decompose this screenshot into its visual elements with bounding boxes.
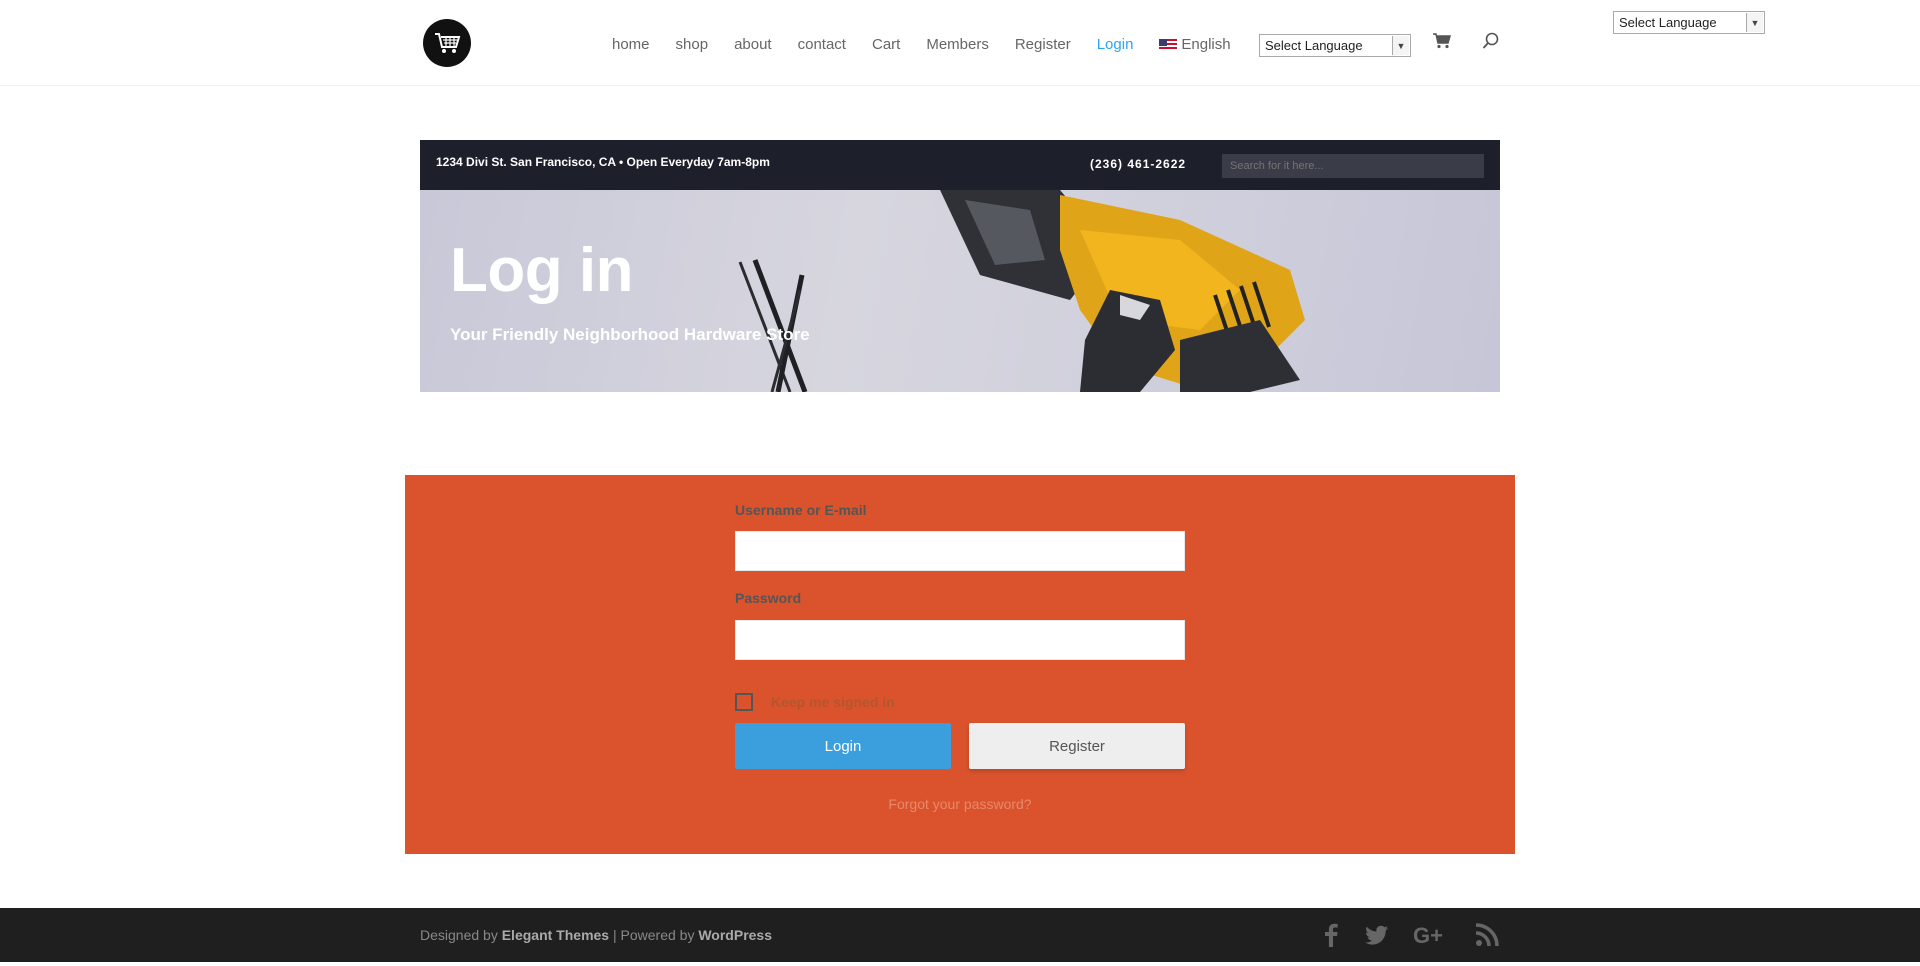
nav-contact[interactable]: contact <box>798 36 846 53</box>
page-subtitle: Your Friendly Neighborhood Hardware Stor… <box>450 325 810 344</box>
login-button[interactable]: Login <box>735 723 951 769</box>
wordpress-link[interactable]: WordPress <box>698 927 772 943</box>
username-field[interactable] <box>735 531 1185 571</box>
hero-search-input[interactable] <box>1222 154 1484 178</box>
site-header: home shop about contact Cart Members Reg… <box>0 0 1920 86</box>
page-title: Log in <box>450 236 633 305</box>
top-language-select[interactable]: Select Language ▼ <box>1613 11 1765 34</box>
nav-language-select[interactable]: Select Language ▼ <box>1259 34 1411 57</box>
chevron-down-icon: ▼ <box>1392 36 1409 55</box>
language-label: English <box>1181 36 1231 53</box>
top-language-select-value: Select Language <box>1619 15 1717 30</box>
us-flag-icon <box>1159 38 1178 51</box>
store-address: 1234 Divi St. San Francisco, CA • Open E… <box>436 155 770 169</box>
footer-credits: Designed by Elegant Themes | Powered by … <box>420 927 772 943</box>
shopping-cart-logo-icon <box>435 33 461 53</box>
hero-topbar: 1234 Divi St. San Francisco, CA • Open E… <box>420 140 1500 190</box>
credits-separator: | Powered by <box>609 927 699 943</box>
nav-login[interactable]: Login <box>1097 36 1134 53</box>
login-form-section: Username or E-mail Password Keep me sign… <box>405 475 1515 854</box>
elegant-themes-link[interactable]: Elegant Themes <box>502 927 609 943</box>
rss-icon[interactable] <box>1474 922 1500 948</box>
nav-members[interactable]: Members <box>926 36 989 53</box>
nav-cart[interactable]: Cart <box>872 36 900 53</box>
google-plus-icon[interactable]: G+ <box>1413 922 1453 948</box>
nav-language[interactable]: English <box>1159 36 1231 53</box>
hero-banner: 1234 Divi St. San Francisco, CA • Open E… <box>420 140 1500 392</box>
register-button[interactable]: Register <box>969 723 1185 769</box>
nav-home[interactable]: home <box>612 36 650 53</box>
site-footer: Designed by Elegant Themes | Powered by … <box>0 908 1920 962</box>
remember-me-label[interactable]: Keep me signed in <box>771 694 895 710</box>
username-label: Username or E-mail <box>735 502 867 518</box>
nav-shop[interactable]: shop <box>676 36 709 53</box>
nav-register[interactable]: Register <box>1015 36 1071 53</box>
credits-prefix: Designed by <box>420 927 502 943</box>
facebook-icon[interactable] <box>1318 922 1344 948</box>
nav-language-select-value: Select Language <box>1265 38 1363 53</box>
nav-about[interactable]: about <box>734 36 772 53</box>
search-icon[interactable] <box>1482 32 1500 50</box>
site-logo[interactable] <box>423 19 471 67</box>
password-label: Password <box>735 590 802 606</box>
store-phone: (236) 461-2622 <box>1090 157 1187 171</box>
svg-text:G+: G+ <box>1413 923 1443 948</box>
forgot-password-link[interactable]: Forgot your password? <box>405 796 1515 812</box>
password-field[interactable] <box>735 620 1185 660</box>
remember-me-checkbox[interactable] <box>735 693 753 711</box>
twitter-icon[interactable] <box>1364 922 1390 948</box>
main-nav: home shop about contact Cart Members Reg… <box>612 36 1257 53</box>
cart-icon[interactable] <box>1433 33 1451 49</box>
chevron-down-icon: ▼ <box>1746 13 1763 32</box>
